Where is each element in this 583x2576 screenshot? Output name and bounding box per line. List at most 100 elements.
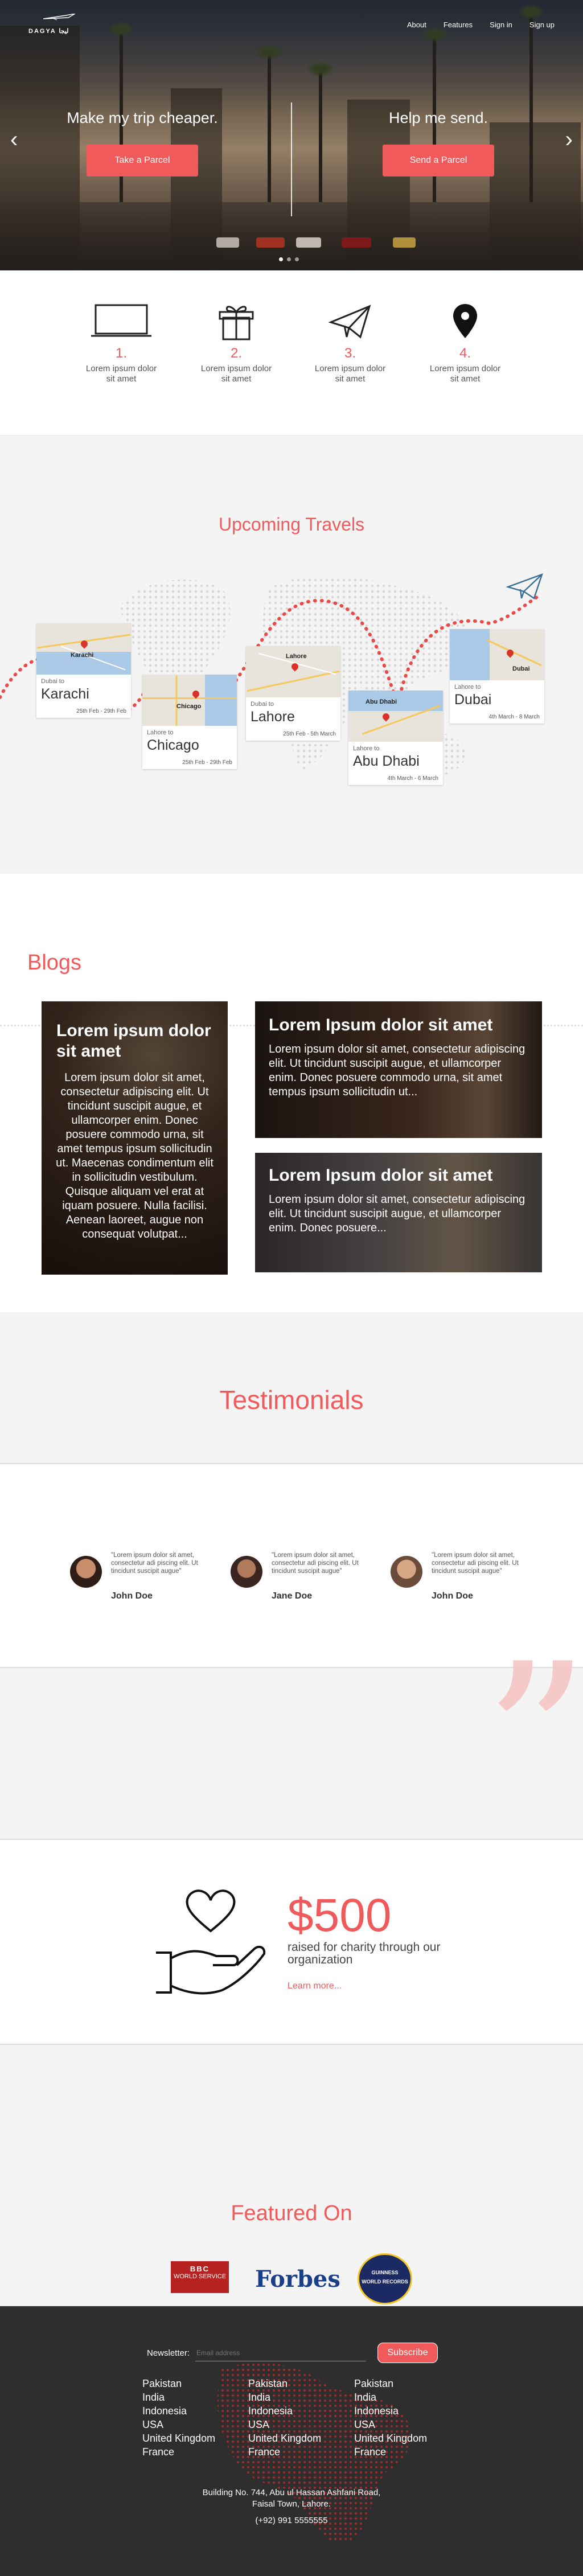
travel-dates: 25th Feb - 5th March: [283, 731, 336, 737]
newsletter-label: Newsletter:: [147, 2348, 190, 2358]
laptop-icon: [81, 299, 161, 344]
nav-sign-in[interactable]: Sign in: [490, 20, 512, 29]
next-slide-arrow-icon[interactable]: ›: [565, 128, 573, 151]
guinness-logo[interactable]: GUINNESS WORLD RECORDS: [358, 2253, 412, 2304]
travel-card[interactable]: Karachi Dubai to Karachi 25th Feb - 29th…: [36, 623, 131, 718]
avatar: [70, 1556, 102, 1588]
section-title: Blogs: [27, 951, 82, 975]
country-link[interactable]: USA: [248, 2418, 362, 2431]
country-link[interactable]: USA: [142, 2418, 256, 2431]
country-link[interactable]: France: [142, 2445, 256, 2459]
country-link[interactable]: France: [354, 2445, 468, 2459]
country-link[interactable]: India: [142, 2390, 256, 2404]
country-link[interactable]: United Kingdom: [354, 2431, 468, 2445]
country-link[interactable]: Pakistan: [248, 2377, 362, 2390]
country-list: Pakistan India Indonesia USA United King…: [354, 2377, 468, 2459]
country-link[interactable]: USA: [354, 2418, 468, 2431]
step-number: 4.: [459, 346, 471, 361]
step-4: 4. Lorem ipsum dolor sit amet: [425, 299, 505, 384]
section-title: Featured On: [231, 2201, 352, 2225]
from-label: Dubai to: [251, 701, 274, 708]
logo-plane-icon: [43, 14, 75, 20]
bbc-logo[interactable]: BBC WORLD SERVICE: [171, 2261, 229, 2293]
step-number: 1.: [115, 346, 127, 361]
travel-card[interactable]: Dubai Lahore to Dubai 4th March - 8 Marc…: [450, 629, 544, 724]
from-label: Lahore to: [454, 684, 481, 691]
step-1: 1. Lorem ipsum dolor sit amet: [81, 299, 161, 384]
subscribe-button[interactable]: Subscribe: [377, 2343, 438, 2363]
map-thumbnail: Dubai: [450, 629, 544, 680]
slide-dot[interactable]: [295, 257, 299, 261]
step-number: 2.: [230, 346, 242, 361]
blog-excerpt: Lorem ipsum dolor sit amet, consectetur …: [56, 1071, 214, 1240]
nav-sign-up[interactable]: Sign up: [529, 20, 555, 29]
gift-icon: [196, 299, 276, 344]
nav-features[interactable]: Features: [444, 20, 473, 29]
avatar: [391, 1556, 422, 1588]
testimonials-section: Testimonials ” "Lorem ipsum dolor sit am…: [0, 1312, 583, 1858]
travel-card[interactable]: Chicago Lahore to Chicago 25th Feb - 29t…: [142, 675, 237, 769]
blog-title: Lorem ipsum dolor sit amet: [56, 1021, 211, 1061]
country-link[interactable]: Indonesia: [354, 2404, 468, 2418]
paper-plane-icon: [506, 573, 543, 599]
section-title: Testimonials: [219, 1385, 364, 1415]
slide-dot[interactable]: [279, 257, 283, 261]
testimonial-quote: "Lorem ipsum dolor sit amet, consectetur…: [111, 1552, 198, 1575]
country-link[interactable]: Indonesia: [142, 2404, 256, 2418]
destination-city: Chicago: [147, 737, 199, 753]
send-parcel-button[interactable]: Send a Parcel: [383, 145, 494, 176]
charity-section: $500 raised for charity through our orga…: [0, 1839, 583, 2045]
hero-left-panel: Make my trip cheaper. Take a Parcel: [57, 108, 228, 176]
hero-section: DAGYA ليجا About Features Sign in Sign u…: [0, 0, 583, 270]
country-link[interactable]: India: [354, 2390, 468, 2404]
blogs-section: Blogs Lorem ipsum dolor sit amet Lorem i…: [0, 874, 583, 1312]
blog-card[interactable]: Lorem Ipsum dolor sit amet Lorem ipsum d…: [255, 1001, 542, 1138]
country-list: Pakistan India Indonesia USA United King…: [142, 2377, 256, 2459]
travel-card[interactable]: Lahore Dubai to Lahore 25th Feb - 5th Ma…: [246, 646, 340, 741]
destination-city: Dubai: [454, 692, 492, 708]
quote-mark-icon: ”: [483, 1620, 583, 1858]
country-link[interactable]: United Kingdom: [142, 2431, 256, 2445]
country-list: Pakistan India Indonesia USA United King…: [248, 2377, 362, 2459]
learn-more-link[interactable]: Learn more...: [288, 1981, 342, 1991]
take-parcel-button[interactable]: Take a Parcel: [87, 145, 198, 176]
country-link[interactable]: Pakistan: [354, 2377, 468, 2390]
nav-about[interactable]: About: [407, 20, 426, 29]
blog-card[interactable]: Lorem ipsum dolor sit amet Lorem ipsum d…: [42, 1001, 228, 1275]
from-label: Lahore to: [353, 745, 380, 752]
step-number: 3.: [344, 346, 356, 361]
footer-phone: (+92) 991 5555555: [255, 2516, 328, 2525]
blog-excerpt: Lorem ipsum dolor sit amet, consectetur …: [269, 1043, 525, 1098]
logo-text: DAGYA ليجا: [28, 28, 69, 35]
travel-dates: 4th March - 8 March: [488, 714, 540, 720]
blog-card[interactable]: Lorem Ipsum dolor sit amet Lorem ipsum d…: [255, 1153, 542, 1272]
how-it-works-section: 1. Lorem ipsum dolor sit amet 2. Lorem i…: [0, 270, 583, 436]
map-thumbnail: Abu Dhabi: [348, 691, 443, 742]
country-link[interactable]: United Kingdom: [248, 2431, 362, 2445]
country-link[interactable]: India: [248, 2390, 362, 2404]
paper-plane-icon: [310, 299, 390, 344]
country-link[interactable]: Pakistan: [142, 2377, 256, 2390]
prev-slide-arrow-icon[interactable]: ‹: [10, 128, 18, 151]
hero-right-heading: Help me send.: [388, 109, 488, 126]
testimonial-quote: "Lorem ipsum dolor sit amet, consectetur…: [432, 1552, 519, 1575]
email-field[interactable]: [195, 2344, 367, 2361]
hero-divider: [291, 102, 292, 216]
travel-card[interactable]: Abu Dhabi Lahore to Abu Dhabi 4th March …: [348, 691, 443, 785]
slide-dot[interactable]: [287, 257, 291, 261]
country-link[interactable]: Indonesia: [248, 2404, 362, 2418]
forbes-logo[interactable]: Forbes: [255, 2266, 340, 2292]
blog-title: Lorem Ipsum dolor sit amet: [269, 1166, 493, 1185]
map-thumbnail: Karachi: [36, 623, 131, 675]
upcoming-travels-section: Upcoming Travels Karachi Dubai to Karach…: [0, 436, 583, 874]
from-label: Lahore to: [147, 729, 174, 736]
hand-heart-icon: [156, 1889, 266, 1995]
testimonial-name: John Doe: [111, 1591, 153, 1601]
country-link[interactable]: France: [248, 2445, 362, 2459]
blog-title: Lorem Ipsum dolor sit amet: [269, 1016, 493, 1034]
newsletter-form: Newsletter: Subscribe: [147, 2343, 438, 2363]
map-thumbnail: Chicago: [142, 675, 237, 726]
step-3: 3. Lorem ipsum dolor sit amet: [310, 299, 390, 384]
testimonial-name: Jane Doe: [272, 1591, 313, 1601]
step-text: Lorem ipsum dolor sit amet: [429, 364, 501, 384]
